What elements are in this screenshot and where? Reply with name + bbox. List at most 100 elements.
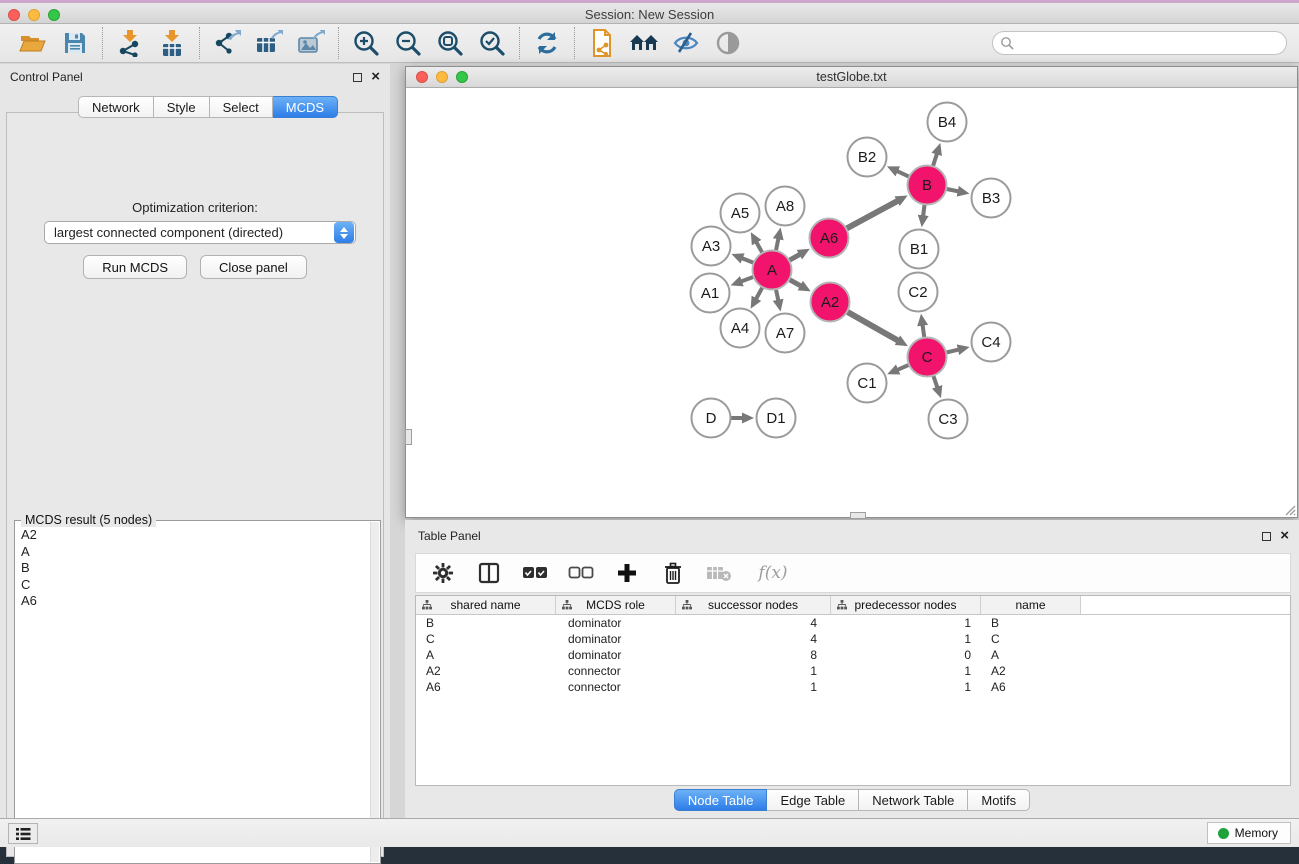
close-panel-button[interactable]: Close panel [200,255,307,279]
show-graphics-details-button[interactable] [711,27,745,59]
mcds-result-item[interactable]: A2 [21,527,368,544]
zoom-in-button[interactable] [349,27,383,59]
graph-node-B[interactable]: B [908,166,947,205]
graph-node-A1[interactable]: A1 [691,274,730,313]
resize-grip-icon[interactable] [1282,502,1296,516]
tab-select[interactable]: Select [210,96,273,118]
network-window-titlebar[interactable]: testGlobe.txt [406,67,1297,88]
graph-node-A2[interactable]: A2 [811,283,850,322]
save-session-button[interactable] [58,27,92,59]
table-row[interactable]: A6connector11A6 [416,679,1290,695]
column-header-successor-nodes[interactable]: successor nodes [676,596,831,614]
table-cell: 4 [676,616,831,630]
column-header-shared-name[interactable]: shared name [416,596,556,614]
function-builder-button[interactable]: f(x) [752,560,794,586]
split-view-button[interactable] [476,560,502,586]
hide-details-button[interactable] [669,27,703,59]
graph-node-B1[interactable]: B1 [900,230,939,269]
graph-node-A4[interactable]: A4 [721,309,760,348]
deselect-all-button[interactable] [568,560,594,586]
tab-network[interactable]: Network [78,96,154,118]
control-panel-title: Control Panel [10,70,83,84]
select-all-button[interactable] [522,560,548,586]
graph-node-A3[interactable]: A3 [692,227,731,266]
mcds-result-item[interactable]: B [21,560,368,577]
open-file-button[interactable] [16,27,50,59]
export-table-button[interactable] [252,27,286,59]
column-header-predecessor-nodes[interactable]: predecessor nodes [831,596,981,614]
show-panels-menu-button[interactable] [8,823,38,844]
add-column-button[interactable] [614,560,640,586]
left-splitter-grip[interactable] [405,429,412,445]
table-cell: 1 [831,664,981,678]
table-row[interactable]: A2connector11A2 [416,663,1290,679]
table-row[interactable]: Bdominator41B [416,615,1290,631]
zoom-out-icon [394,29,422,57]
sort-tree-icon [422,600,432,610]
mcds-result-item[interactable]: A6 [21,593,368,610]
graph-node-label: A4 [731,320,749,337]
result-scrollbar[interactable] [370,522,379,862]
run-mcds-button[interactable]: Run MCDS [83,255,187,279]
tab-network-table[interactable]: Network Table [859,789,968,811]
tab-edge-table[interactable]: Edge Table [767,789,859,811]
table-cell: connector [556,664,676,678]
graph-node-B2[interactable]: B2 [848,138,887,177]
refresh-button[interactable] [530,27,564,59]
table-row[interactable]: Cdominator41C [416,631,1290,647]
graph-node-C2[interactable]: C2 [899,273,938,312]
close-panel-icon[interactable]: × [371,72,380,82]
graph-node-label: C4 [981,334,1000,351]
delete-columns-button[interactable] [660,560,686,586]
column-header-name[interactable]: name [981,596,1081,614]
graph-node-A5[interactable]: A5 [721,194,760,233]
export-image-button[interactable] [294,27,328,59]
table-settings-button[interactable] [430,560,456,586]
graph-node-label: B [922,177,932,194]
mcds-result-item[interactable]: A [21,544,368,561]
bottom-splitter-grip[interactable] [850,512,866,519]
graph-node-D[interactable]: D [692,399,731,438]
home-layout-button[interactable] [627,27,661,59]
import-network-button[interactable] [113,27,147,59]
graph-node-A8[interactable]: A8 [766,187,805,226]
graph-node-C[interactable]: C [908,338,947,377]
mcds-result-title: MCDS result (5 nodes) [21,513,156,527]
graph-node-A6[interactable]: A6 [810,219,849,258]
tab-style[interactable]: Style [154,96,210,118]
graph-node-A7[interactable]: A7 [766,314,805,353]
export-network-button[interactable] [210,27,244,59]
mcds-result-item[interactable]: C [21,577,368,594]
float-table-panel-icon[interactable] [1262,532,1271,541]
zoom-out-button[interactable] [391,27,425,59]
tab-motifs[interactable]: Motifs [968,789,1030,811]
network-from-clipboard-button[interactable] [585,27,619,59]
network-canvas[interactable]: B4 B2 B B3 A8A5 A6 A3 B1 A A1 C2 A2 A4 A7 C4 C C1 C3 D D1 [407,89,1296,516]
search-input[interactable] [992,31,1287,55]
zoom-selected-button[interactable] [475,27,509,59]
zoom-fit-button[interactable] [433,27,467,59]
table-cell: 1 [831,632,981,646]
graph-node-B4[interactable]: B4 [928,103,967,142]
criterion-dropdown[interactable]: largest connected component (directed) [44,221,356,244]
panel-divider[interactable] [390,64,405,818]
column-header-label: name [1015,598,1045,612]
tab-mcds[interactable]: MCDS [273,96,338,118]
delete-table-button[interactable] [706,560,732,586]
memory-button[interactable]: Memory [1207,822,1291,844]
graph-node-D1[interactable]: D1 [757,399,796,438]
plus-icon [617,563,637,583]
tab-node-table[interactable]: Node Table [674,789,768,811]
import-table-button[interactable] [155,27,189,59]
table-row[interactable]: Adominator80A [416,647,1290,663]
graph-node-C4[interactable]: C4 [972,323,1011,362]
graph-node-C3[interactable]: C3 [929,400,968,439]
float-panel-icon[interactable] [353,73,362,82]
column-header-MCDS-role[interactable]: MCDS role [556,596,676,614]
close-table-panel-icon[interactable]: × [1280,531,1289,541]
table-cell: A [416,648,556,662]
graph-node-A[interactable]: A [753,251,792,290]
graph-node-B3[interactable]: B3 [972,179,1011,218]
graph-node-C1[interactable]: C1 [848,364,887,403]
column-header-label: shared name [450,598,520,612]
